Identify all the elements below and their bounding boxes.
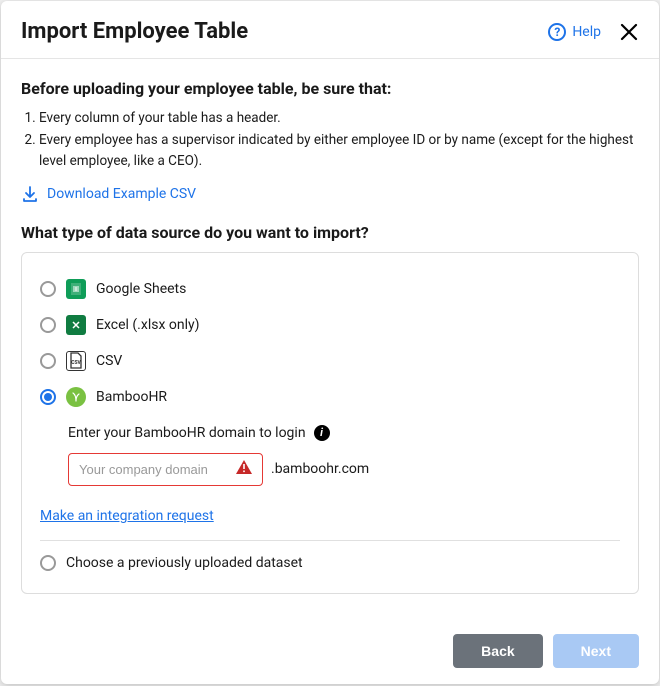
header-actions: ? Help	[548, 22, 639, 42]
info-icon[interactable]: i	[314, 425, 330, 441]
modal-body: Before uploading your employee table, be…	[1, 59, 659, 618]
back-button[interactable]: Back	[453, 634, 542, 668]
checklist-item: Every column of your table has a header.	[39, 108, 639, 128]
radio-input[interactable]	[40, 317, 56, 333]
download-icon	[21, 185, 39, 203]
bamboohr-config: Enter your BambooHR domain to login i .b…	[40, 415, 620, 496]
next-button[interactable]: Next	[553, 634, 639, 668]
company-domain-input[interactable]	[68, 453, 263, 486]
modal-header: Import Employee Table ? Help	[1, 1, 659, 59]
checklist: Every column of your table has a header.…	[21, 108, 639, 171]
domain-row: .bamboohr.com	[68, 453, 620, 486]
help-label: Help	[572, 24, 601, 40]
bamboohr-prompt-text: Enter your BambooHR domain to login	[68, 425, 306, 441]
import-employee-modal: Import Employee Table ? Help Before uplo…	[1, 1, 659, 684]
divider	[40, 540, 620, 541]
modal-footer: Back Next	[1, 618, 659, 684]
help-icon: ?	[548, 23, 566, 41]
csv-icon: CSV	[66, 351, 86, 371]
warning-icon	[235, 459, 253, 479]
modal-title: Import Employee Table	[21, 19, 248, 44]
source-option-excel[interactable]: Excel (.xlsx only)	[40, 307, 620, 343]
svg-text:CSV: CSV	[71, 360, 81, 366]
radio-input[interactable]	[40, 281, 56, 297]
download-example-link[interactable]: Download Example CSV	[21, 185, 196, 203]
excel-icon	[66, 315, 86, 335]
google-sheets-icon	[66, 279, 86, 299]
bamboohr-prompt: Enter your BambooHR domain to login i	[68, 425, 620, 441]
source-label: Excel (.xlsx only)	[96, 317, 200, 333]
source-option-bamboohr[interactable]: BambooHR	[40, 379, 620, 415]
close-button[interactable]	[619, 22, 639, 42]
radio-input[interactable]	[40, 389, 56, 405]
source-options-card: Google Sheets Excel (.xlsx only) CSV CSV	[21, 252, 639, 594]
help-link[interactable]: ? Help	[548, 23, 601, 41]
source-option-google-sheets[interactable]: Google Sheets	[40, 271, 620, 307]
source-option-csv[interactable]: CSV CSV	[40, 343, 620, 379]
checklist-heading: Before uploading your employee table, be…	[21, 79, 639, 98]
radio-input[interactable]	[40, 353, 56, 369]
integration-request-link[interactable]: Make an integration request	[40, 508, 214, 524]
source-label: BambooHR	[96, 389, 167, 405]
source-label: Choose a previously uploaded dataset	[66, 555, 303, 571]
source-question: What type of data source do you want to …	[21, 223, 639, 242]
download-label: Download Example CSV	[47, 186, 196, 202]
close-icon	[620, 23, 638, 41]
source-option-previous-dataset[interactable]: Choose a previously uploaded dataset	[40, 547, 620, 579]
checklist-item: Every employee has a supervisor indicate…	[39, 130, 639, 171]
domain-suffix: .bamboohr.com	[271, 461, 369, 477]
bamboohr-icon	[66, 387, 86, 407]
source-label: CSV	[96, 353, 122, 369]
radio-input[interactable]	[40, 555, 56, 571]
domain-input-wrapper	[68, 453, 263, 486]
source-label: Google Sheets	[96, 281, 186, 297]
